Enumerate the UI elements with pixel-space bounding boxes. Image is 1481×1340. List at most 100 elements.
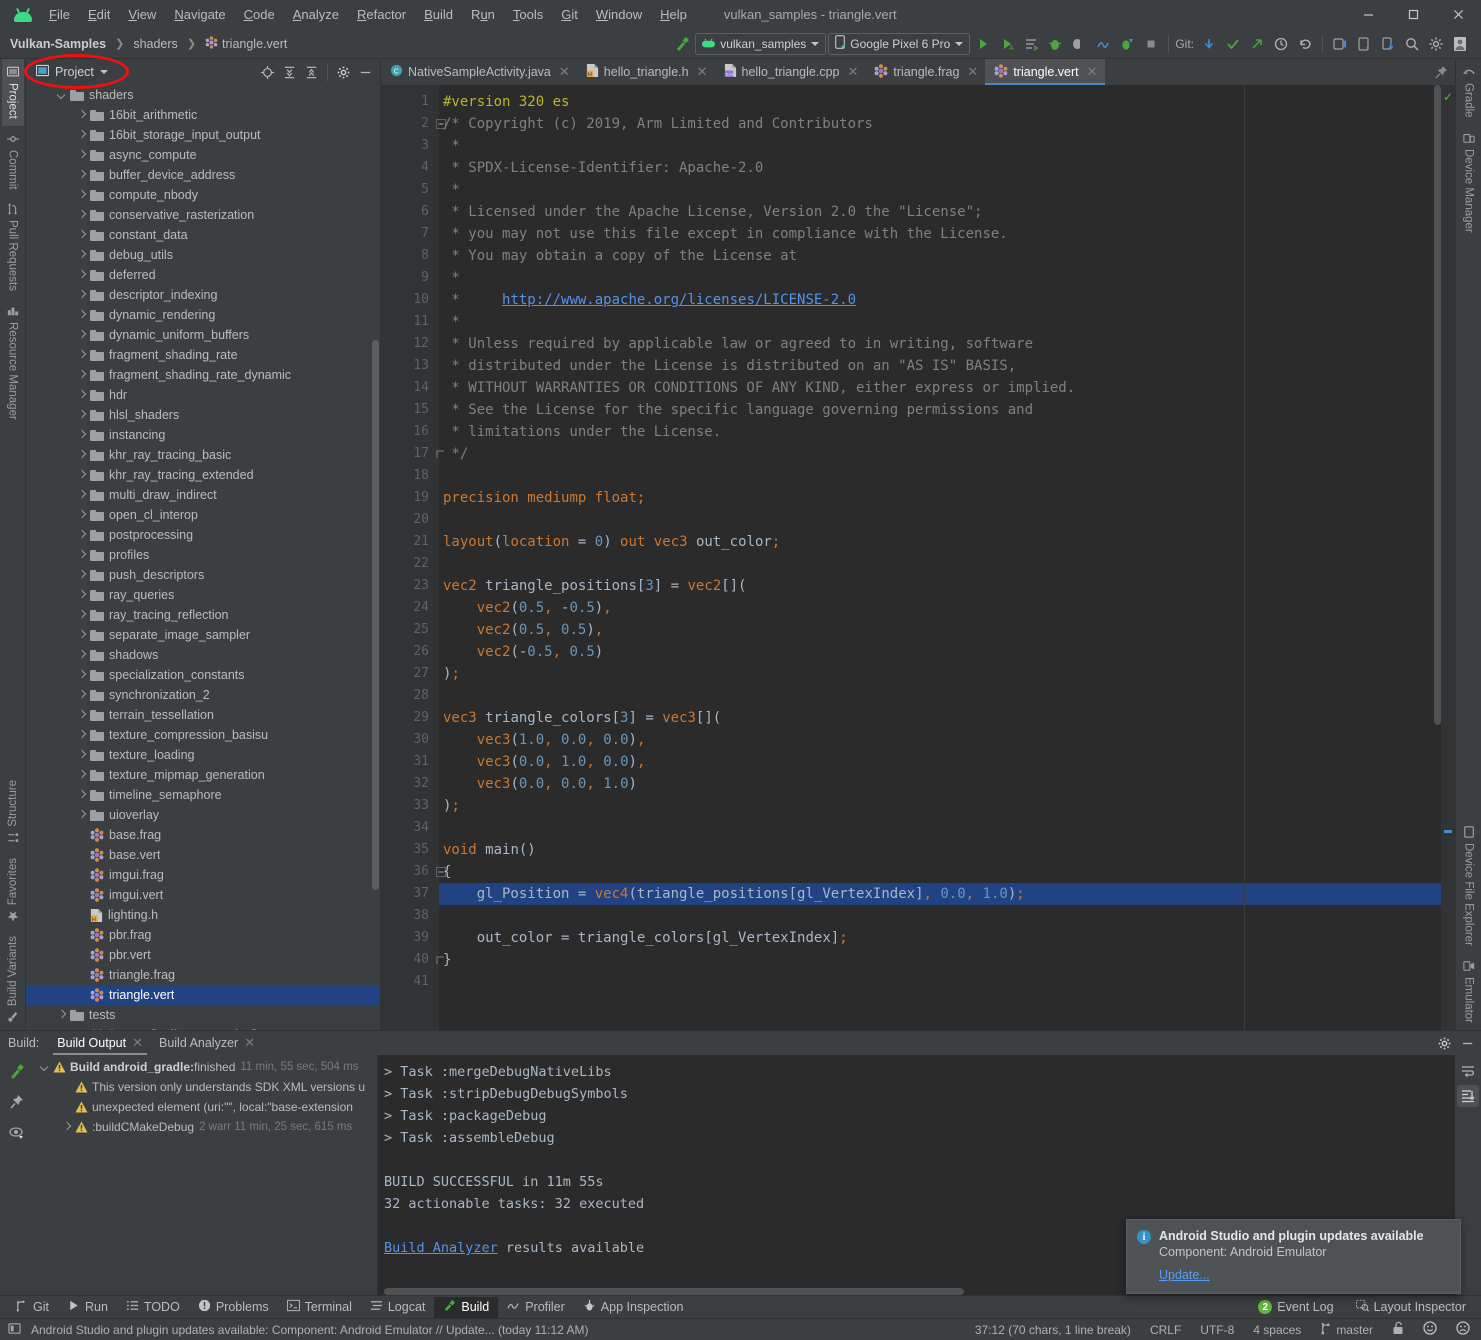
- tree-item[interactable]: texture_loading: [26, 745, 380, 765]
- gutter-line[interactable]: 21: [381, 531, 439, 553]
- status-message[interactable]: Android Studio and plugin updates availa…: [28, 1322, 591, 1338]
- code-line[interactable]: #version 320 es: [439, 91, 1455, 113]
- build-tab-build-output[interactable]: Build Output✕: [49, 1031, 151, 1055]
- chevron-right-icon[interactable]: [76, 289, 88, 301]
- chevron-right-icon[interactable]: [76, 149, 88, 161]
- code-line[interactable]: * See the License for the specific langu…: [439, 399, 1455, 421]
- line-separator[interactable]: CRLF: [1147, 1322, 1184, 1338]
- editor-vertical-scrollbar[interactable]: [1434, 85, 1441, 725]
- tree-item[interactable]: 16bit_arithmetic: [26, 105, 380, 125]
- git-push-icon[interactable]: [1246, 33, 1268, 55]
- code-line[interactable]: [439, 509, 1455, 531]
- hide-icon[interactable]: [355, 62, 376, 83]
- maximize-button[interactable]: [1391, 0, 1436, 29]
- tree-item[interactable]: async_compute: [26, 145, 380, 165]
- tree-item[interactable]: hdr: [26, 385, 380, 405]
- collapse-all-icon[interactable]: [301, 62, 322, 83]
- gutter-line[interactable]: 35: [381, 839, 439, 861]
- gutter-line[interactable]: 32: [381, 773, 439, 795]
- gutter-line[interactable]: 8: [381, 245, 439, 267]
- project-tree-scrollbar[interactable]: [372, 340, 379, 890]
- toolwindow-logcat[interactable]: Logcat: [361, 1297, 435, 1318]
- tree-item[interactable]: ray_queries: [26, 585, 380, 605]
- tree-item[interactable]: triangle.frag: [26, 965, 380, 985]
- chevron-right-icon[interactable]: [76, 409, 88, 421]
- git-branch-widget[interactable]: master: [1317, 1321, 1376, 1339]
- menu-navigate[interactable]: Navigate: [165, 4, 234, 25]
- tree-item[interactable]: profiles: [26, 545, 380, 565]
- tool-stripe-gradle[interactable]: Gradle: [1458, 59, 1480, 125]
- tree-item[interactable]: third_party [vulkan_samples]: [26, 1025, 380, 1030]
- gutter-line[interactable]: 23: [381, 575, 439, 597]
- close-icon[interactable]: ✕: [132, 1035, 143, 1051]
- close-icon[interactable]: ✕: [967, 64, 978, 80]
- tree-item[interactable]: terrain_tessellation: [26, 705, 380, 725]
- stop-icon[interactable]: [1140, 33, 1162, 55]
- code-line[interactable]: [439, 817, 1455, 839]
- close-button[interactable]: [1436, 0, 1481, 29]
- code-line[interactable]: *: [439, 267, 1455, 289]
- code-line[interactable]: );: [439, 795, 1455, 817]
- soft-wrap-icon[interactable]: [1457, 1061, 1479, 1083]
- code-line[interactable]: vec3(1.0, 0.0, 0.0),: [439, 729, 1455, 751]
- menu-view[interactable]: View: [119, 4, 165, 25]
- tree-item[interactable]: multi_draw_indirect: [26, 485, 380, 505]
- menu-code[interactable]: Code: [235, 4, 284, 25]
- toolwindow-problems[interactable]: Problems: [189, 1297, 278, 1318]
- chevron-right-icon[interactable]: [76, 249, 88, 261]
- git-update-icon[interactable]: [1198, 33, 1220, 55]
- code-line[interactable]: * limitations under the License.: [439, 421, 1455, 443]
- chevron-right-icon[interactable]: [76, 129, 88, 141]
- code-line[interactable]: [439, 553, 1455, 575]
- gear-icon[interactable]: [1434, 1033, 1455, 1054]
- chevron-down-icon[interactable]: [56, 89, 68, 101]
- toolwindow-terminal[interactable]: Terminal: [278, 1297, 361, 1318]
- gutter-line[interactable]: 31: [381, 751, 439, 773]
- menu-help[interactable]: Help: [651, 4, 696, 25]
- tree-item[interactable]: descriptor_indexing: [26, 285, 380, 305]
- gear-icon[interactable]: [333, 62, 354, 83]
- chevron-right-icon[interactable]: [76, 709, 88, 721]
- close-icon[interactable]: ✕: [697, 64, 708, 80]
- menu-run[interactable]: Run: [462, 4, 504, 25]
- pin-icon[interactable]: [1430, 61, 1452, 83]
- editor-tab-triangle-frag[interactable]: triangle.frag✕: [865, 59, 985, 85]
- code-line[interactable]: vec3 triangle_colors[3] = vec3[](: [439, 707, 1455, 729]
- tree-item[interactable]: Hlighting.h: [26, 905, 380, 925]
- menu-window[interactable]: Window: [587, 4, 651, 25]
- editor-code[interactable]: #version 320 es/* Copyright (c) 2019, Ar…: [439, 85, 1455, 1030]
- code-line[interactable]: * You may obtain a copy of the License a…: [439, 245, 1455, 267]
- toolwindow-run[interactable]: Run: [58, 1297, 117, 1318]
- build-results-tree[interactable]: Build android_gradle: finished11 min, 55…: [33, 1055, 378, 1295]
- tree-item[interactable]: uioverlay: [26, 805, 380, 825]
- chevron-right-icon[interactable]: [76, 729, 88, 741]
- chevron-right-icon[interactable]: [76, 229, 88, 241]
- indent-setting[interactable]: 4 spaces: [1250, 1322, 1304, 1338]
- gutter-line[interactable]: 4: [381, 157, 439, 179]
- tree-item[interactable]: khr_ray_tracing_basic: [26, 445, 380, 465]
- chevron-right-icon[interactable]: [76, 789, 88, 801]
- toolwindow-app-inspection[interactable]: App Inspection: [574, 1297, 693, 1318]
- toolwindow-build[interactable]: Build: [434, 1297, 498, 1318]
- gutter-line[interactable]: 38: [381, 905, 439, 927]
- gutter-line[interactable]: 7: [381, 223, 439, 245]
- code-line[interactable]: precision mediump float;: [439, 487, 1455, 509]
- gutter-line[interactable]: 5: [381, 179, 439, 201]
- tool-stripe-emulator[interactable]: Emulator: [1458, 953, 1480, 1030]
- code-line[interactable]: * SPDX-License-Identifier: Apache-2.0: [439, 157, 1455, 179]
- minimize-button[interactable]: [1346, 0, 1391, 29]
- code-line[interactable]: );: [439, 663, 1455, 685]
- tool-stripe-favorites[interactable]: Favorites: [2, 851, 24, 929]
- chevron-right-icon[interactable]: [76, 509, 88, 521]
- gutter-line[interactable]: 14: [381, 377, 439, 399]
- scroll-to-end-icon[interactable]: [1457, 1085, 1479, 1107]
- notification-balloon[interactable]: i Android Studio and plugin updates avai…: [1126, 1219, 1461, 1294]
- tool-stripe-device-manager[interactable]: Device Manager: [1458, 125, 1480, 240]
- chevron-right-icon[interactable]: [76, 569, 88, 581]
- editor-marker-strip[interactable]: ✓: [1441, 85, 1455, 1030]
- gutter-line[interactable]: 16: [381, 421, 439, 443]
- code-line[interactable]: vec3(0.0, 0.0, 1.0): [439, 773, 1455, 795]
- tree-item[interactable]: imgui.frag: [26, 865, 380, 885]
- chevron-right-icon[interactable]: [56, 1029, 68, 1030]
- chevron-right-icon[interactable]: [76, 269, 88, 281]
